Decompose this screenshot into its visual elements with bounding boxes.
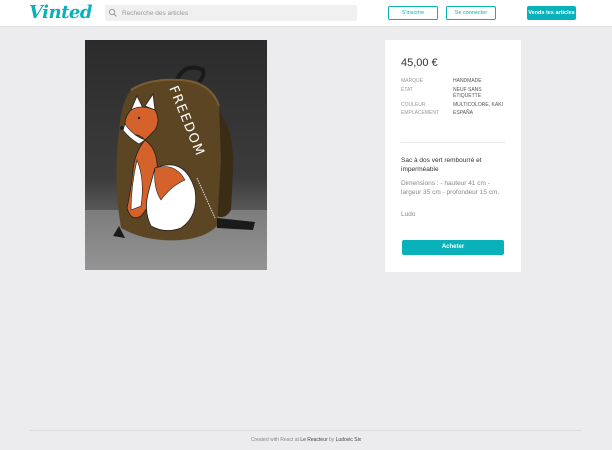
product-image[interactable]: FREEDOM [85,40,267,270]
detail-value: NEUF SANS ÉTIQUETTE [453,86,482,100]
detail-row-brand: MARQUE HANDMADE [401,78,509,85]
product-title: Sac à dos vert rembourré et imperméable [401,157,482,173]
vinted-logo[interactable]: Vinted [29,2,92,23]
search-bar[interactable] [105,5,357,21]
price: 45,00 € [401,57,438,69]
detail-key: EMPLACEMENT [401,110,440,116]
detail-key: ÉTAT [401,86,414,93]
login-button[interactable]: Se connecter [446,6,496,20]
detail-key: MARQUE [401,78,423,84]
detail-key: COULEUR [401,101,426,108]
school-link[interactable]: Le Reacteur [300,437,327,443]
footer-divider [30,430,582,431]
detail-row-condition: ÉTAT NEUF SANS ÉTIQUETTE [401,87,509,100]
footer-prefix: Created with React at [250,437,299,443]
detail-value: HANDMADE [453,78,482,84]
seller-name[interactable]: Ludo [401,211,415,218]
search-input[interactable] [122,5,352,21]
detail-row-location: EMPLACEMENT ESPAÑA [401,110,509,117]
divider [401,142,505,143]
signup-button[interactable]: S'inscrire [388,6,438,20]
buy-button[interactable]: Acheter [402,240,504,255]
detail-value: ESPAÑA [453,110,473,116]
search-icon [108,8,117,17]
sell-button[interactable]: Vends tes articles [527,6,576,20]
footer: Created with React at Le Reacteur by Lud… [0,437,612,443]
footer-by: by [328,437,335,443]
detail-value: MULTICOLORE, KAKI [453,101,503,108]
product-description: Dimensions : - hauteur 41 cm - largeur 3… [401,180,500,196]
product-card: 45,00 € MARQUE HANDMADE ÉTAT NEUF SANS É… [385,40,521,272]
detail-row-color: COULEUR MULTICOLORE, KAKI [401,102,509,109]
top-header: Vinted S'inscrire Se connecter Vends tes… [0,0,612,27]
author-link[interactable]: Ludovic Six [336,437,362,443]
details-list: MARQUE HANDMADE ÉTAT NEUF SANS ÉTIQUETTE… [401,78,509,119]
